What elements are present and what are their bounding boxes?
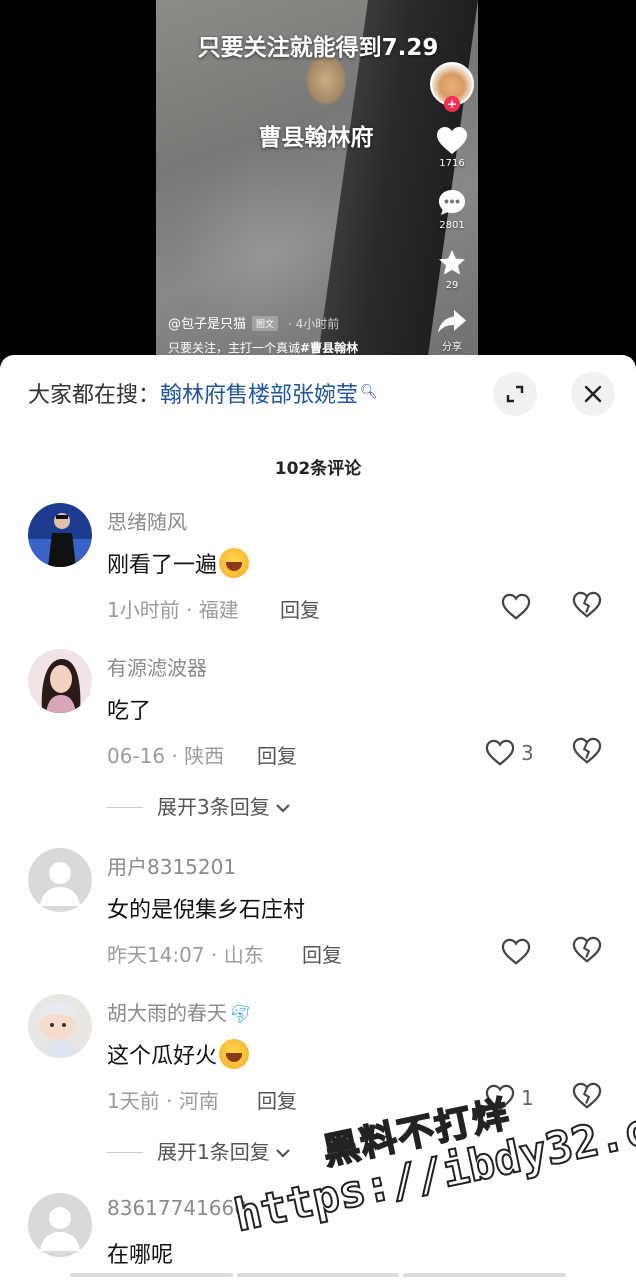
follow-plus-icon[interactable]: + — [444, 96, 460, 112]
broken-heart-icon — [572, 936, 602, 963]
favorite-count: 29 — [445, 280, 459, 291]
broken-heart-icon — [572, 737, 602, 764]
heart-outline-icon — [501, 938, 531, 965]
commenter-name[interactable]: 83617741660 — [107, 1196, 247, 1220]
heart-outline-icon — [501, 593, 531, 620]
commenter-name[interactable]: 思绪随风 — [107, 506, 187, 535]
comment-sheet: 大家都在搜：翰林府售楼部张婉莹 🔍︎ 102条评论 思绪随风 刚看了一遍 1小时前… — [0, 355, 636, 1280]
indicator-segment — [70, 1273, 233, 1277]
comment-meta: 1天前 · 河南 — [107, 1089, 219, 1113]
comment-meta: 昨天14:07 · 山东 — [107, 943, 264, 967]
heart-outline-icon — [485, 1084, 515, 1111]
chevron-down-icon — [275, 1149, 290, 1158]
commenter-name[interactable]: 有源滤波器 — [107, 652, 207, 681]
search-icon: 🔍︎ — [360, 384, 378, 400]
share-arrow-icon — [438, 310, 466, 333]
comment-text: 吃了 — [107, 699, 152, 724]
close-icon — [584, 385, 602, 403]
comment-count: 2801 — [439, 220, 465, 231]
share-action[interactable]: 分享 — [428, 308, 476, 353]
image-text-tag: 图文 — [252, 316, 279, 331]
divider-line — [107, 1152, 143, 1153]
laughing-crying-emoji-icon — [219, 548, 250, 578]
dolphin-icon: 🐬︎ — [229, 1004, 252, 1025]
description-hashtag[interactable]: #曹县翰林 — [300, 341, 358, 355]
watermark-line2: https://ibdy32.com — [229, 1092, 636, 1243]
favorite-action[interactable]: 29 — [428, 248, 476, 291]
expand-replies[interactable]: 展开3条回复 — [107, 791, 292, 820]
broken-heart-icon — [572, 1082, 602, 1109]
close-sheet-button[interactable] — [571, 372, 615, 416]
trending-search-keyword[interactable]: 翰林府售楼部张婉莹 — [160, 383, 358, 408]
commenter-name[interactable]: 胡大雨的春天 🐬︎ — [107, 997, 252, 1026]
heart-icon — [437, 127, 467, 154]
video-overlay-line2: 曹县翰林府 — [258, 125, 374, 151]
reply-button[interactable]: 回复 — [257, 1085, 297, 1114]
dislike-button[interactable] — [572, 591, 604, 623]
comment-text: 女的是倪集乡石庄村 — [107, 898, 306, 923]
expand-sheet-button[interactable] — [493, 372, 537, 416]
reply-button[interactable]: 回复 — [257, 740, 297, 769]
post-time: · 4小时前 — [288, 317, 340, 331]
bottom-indicator — [70, 1273, 567, 1277]
comment-meta: 06-16 · 陕西 — [107, 744, 225, 768]
cat-figure — [306, 55, 346, 105]
expand-replies[interactable]: 展开1条回复 — [107, 1136, 292, 1165]
comment-bubble-icon — [439, 190, 465, 215]
reply-button[interactable]: 回复 — [280, 594, 320, 623]
like-count: 1716 — [439, 158, 465, 169]
comment-text: 在哪呢 — [107, 1243, 174, 1268]
divider-line — [107, 807, 143, 808]
avatar[interactable] — [28, 1193, 92, 1257]
indicator-segment — [403, 1273, 567, 1277]
avatar[interactable] — [28, 994, 92, 1058]
like-button[interactable] — [501, 936, 561, 968]
avatar[interactable] — [28, 848, 92, 912]
like-action[interactable]: 1716 — [428, 126, 476, 169]
star-icon — [439, 250, 465, 275]
laughing-crying-emoji-icon — [219, 1039, 250, 1069]
expand-replies-label: 展开3条回复 — [157, 795, 270, 819]
video-player[interactable]: 只要关注就能得到7.29 曹县翰林府 + 1716 2801 29 分享 @包子… — [0, 0, 636, 380]
trending-search-label: 大家都在搜： — [28, 383, 161, 408]
comment-like-count: 3 — [521, 741, 534, 765]
avatar[interactable] — [28, 503, 92, 567]
comment-meta: 1小时前 · 福建 — [107, 598, 239, 622]
like-button[interactable] — [501, 591, 561, 623]
reply-button[interactable]: 回复 — [302, 939, 342, 968]
comment-text: 刚看了一遍 — [107, 547, 250, 579]
avatar[interactable] — [28, 649, 92, 713]
broken-heart-icon — [572, 591, 602, 618]
comment-text: 这个瓜好火 — [107, 1038, 250, 1070]
indicator-segment — [236, 1273, 400, 1277]
author-line: @包子是只猫 图文 · 4小时前 — [168, 313, 339, 332]
comment-like-count: 1 — [521, 1086, 534, 1110]
trending-search[interactable]: 大家都在搜：翰林府售楼部张婉莹 🔍︎ — [28, 377, 378, 409]
description-text: 只要关注，主打一个真诚 — [168, 341, 301, 355]
chevron-down-icon — [275, 804, 290, 813]
comment-action[interactable]: 2801 — [428, 188, 476, 231]
expand-replies-label: 展开1条回复 — [157, 1140, 270, 1164]
commenter-name[interactable]: 用户8315201 — [107, 851, 236, 880]
dislike-button[interactable] — [572, 737, 604, 769]
heart-outline-icon — [485, 739, 515, 766]
expand-icon — [506, 385, 524, 403]
video-overlay-line1: 只要关注就能得到7.29 — [197, 35, 439, 61]
video-description: 只要关注，主打一个真诚#曹县翰林 — [168, 339, 358, 356]
share-label: 分享 — [442, 342, 462, 353]
author-name[interactable]: @包子是只猫 — [168, 317, 246, 332]
like-button[interactable]: 3 — [485, 737, 545, 769]
dislike-button[interactable] — [572, 936, 604, 968]
comment-count-title: 102条评论 — [274, 459, 362, 479]
dislike-button[interactable] — [572, 1082, 604, 1114]
like-button[interactable]: 1 — [485, 1082, 545, 1114]
